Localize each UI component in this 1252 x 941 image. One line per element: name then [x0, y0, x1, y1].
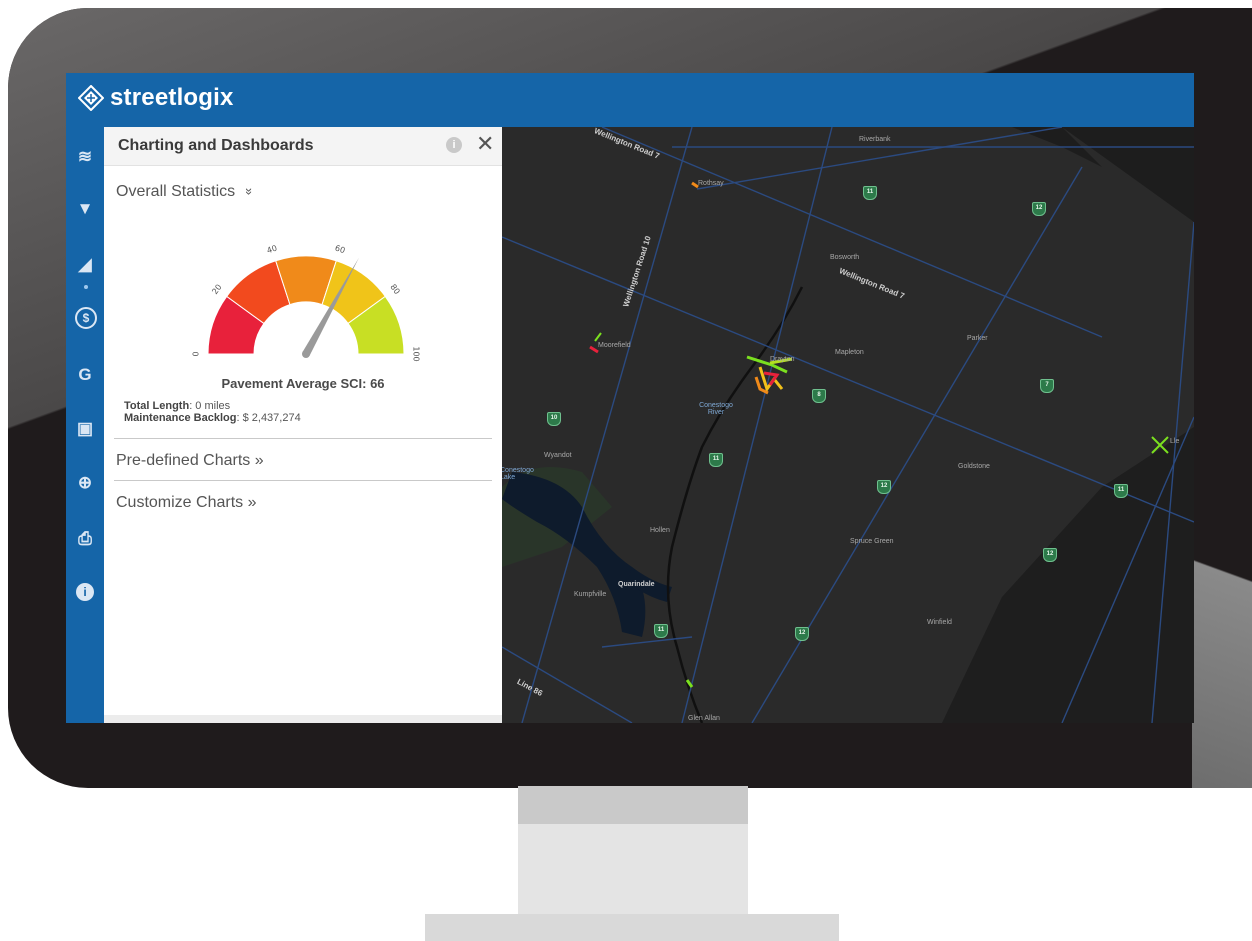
water-label: Conestogo River: [699, 402, 733, 416]
sidebar: ≋ ▼ ◢ $ G ▣ ⊕ ⎙ i: [66, 127, 104, 723]
place-label: Parker: [967, 335, 988, 342]
place-label: Hollen: [650, 527, 670, 534]
brand-name: streetlogix: [110, 84, 234, 111]
customize-charts-toggle[interactable]: Customize Charts »: [116, 494, 257, 512]
highway-shield: 11: [709, 453, 723, 467]
map-canvas[interactable]: [502, 127, 1194, 723]
gauge-hub: [302, 350, 310, 358]
overall-statistics-toggle[interactable]: Overall Statistics »: [116, 183, 257, 201]
panel-title: Charting and Dashboards: [118, 137, 314, 154]
divider: [114, 438, 492, 439]
place-label: Rothsay: [698, 180, 724, 187]
place-label: Bosworth: [830, 254, 860, 261]
highway-shield: 10: [547, 412, 561, 426]
highway-shield: 11: [863, 186, 877, 200]
place-label: Lle: [1170, 438, 1180, 445]
bezel-reflection: [1192, 428, 1252, 788]
overall-statistics-label: Overall Statistics: [116, 183, 236, 200]
highway-shield: 12: [1043, 548, 1057, 562]
place-label: Quarindale: [618, 581, 655, 588]
active-indicator: [84, 285, 88, 289]
layers-icon[interactable]: ≋: [73, 145, 97, 169]
backlog-value: : $ 2,437,274: [236, 412, 301, 424]
charting-panel: Charting and Dashboards i ✕ Overall Stat…: [104, 127, 502, 723]
streetlogix-logo-icon: [78, 85, 104, 111]
gauge-tick-label: 100: [412, 346, 421, 361]
place-label: Spruce Green: [850, 538, 894, 545]
panel-info-icon[interactable]: i: [446, 137, 462, 153]
app-screen: streetlogix ≋ ▼ ◢ $ G ▣ ⊕ ⎙ i Charting a…: [66, 73, 1194, 723]
highway-shield: 12: [795, 627, 809, 641]
place-label: Mapleton: [835, 349, 864, 356]
map-view[interactable]: Wellington Road 7 Wellington Road 10 Wel…: [502, 127, 1194, 723]
inventory-icon[interactable]: ▣: [73, 417, 97, 441]
panel-close-icon[interactable]: ✕: [476, 131, 494, 157]
total-length-value: : 0 miles: [189, 400, 231, 412]
water-label: Conestogo Lake: [502, 467, 534, 481]
total-length-stat: Total Length: 0 miles: [124, 400, 230, 412]
highway-shield: 12: [1032, 202, 1046, 216]
total-length-label: Total Length: [124, 400, 190, 412]
place-label: Winfield: [927, 619, 952, 626]
maintenance-backlog-stat: Maintenance Backlog: $ 2,437,274: [124, 412, 301, 424]
place-label: Goldstone: [958, 463, 990, 470]
gauge-caption: Pavement Average SCI: 66: [221, 376, 385, 391]
sci-gauge: 0 20 40 60 80 100: [192, 244, 421, 362]
monitor-stand-base: [425, 914, 839, 941]
gauge-tick-label: 80: [388, 283, 401, 297]
predefined-charts-toggle[interactable]: Pre-defined Charts »: [116, 452, 264, 470]
app-header: streetlogix: [66, 73, 1194, 127]
print-icon[interactable]: ⎙: [73, 527, 97, 551]
filter-icon[interactable]: ▼: [73, 197, 97, 221]
highway-shield: 11: [654, 624, 668, 638]
highway-shield: 8: [812, 389, 826, 403]
place-label: Riverbank: [859, 136, 891, 143]
backlog-label: Maintenance Backlog: [124, 412, 237, 424]
google-icon[interactable]: G: [73, 363, 97, 387]
place-label: Glen Allan: [688, 715, 720, 722]
gauge-tick-label: 40: [266, 244, 278, 256]
network-icon[interactable]: ⊕: [73, 471, 97, 495]
highway-shield: 12: [877, 480, 891, 494]
gauge-tick-label: 0: [192, 351, 201, 356]
highway-shield: 11: [1114, 484, 1128, 498]
brand-logo[interactable]: streetlogix: [78, 84, 234, 112]
divider: [114, 480, 492, 481]
place-label: Drayton: [770, 356, 795, 363]
highway-shield: 7: [1040, 379, 1054, 393]
chart-icon[interactable]: ◢: [73, 253, 97, 277]
panel-footer: [104, 715, 502, 723]
panel-header: Charting and Dashboards i ✕: [104, 127, 502, 166]
place-label: Wyandot: [544, 452, 572, 459]
gauge-tick-label: 60: [334, 244, 346, 256]
monitor-stand-shadow: [518, 786, 748, 824]
gauge-tick-label: 20: [210, 283, 223, 297]
chevron-down-icon: »: [241, 187, 257, 196]
place-label: Kumpfville: [574, 591, 607, 598]
dollar-icon[interactable]: $: [75, 307, 97, 329]
place-label: Moorefield: [598, 342, 631, 349]
info-icon[interactable]: i: [76, 583, 94, 601]
